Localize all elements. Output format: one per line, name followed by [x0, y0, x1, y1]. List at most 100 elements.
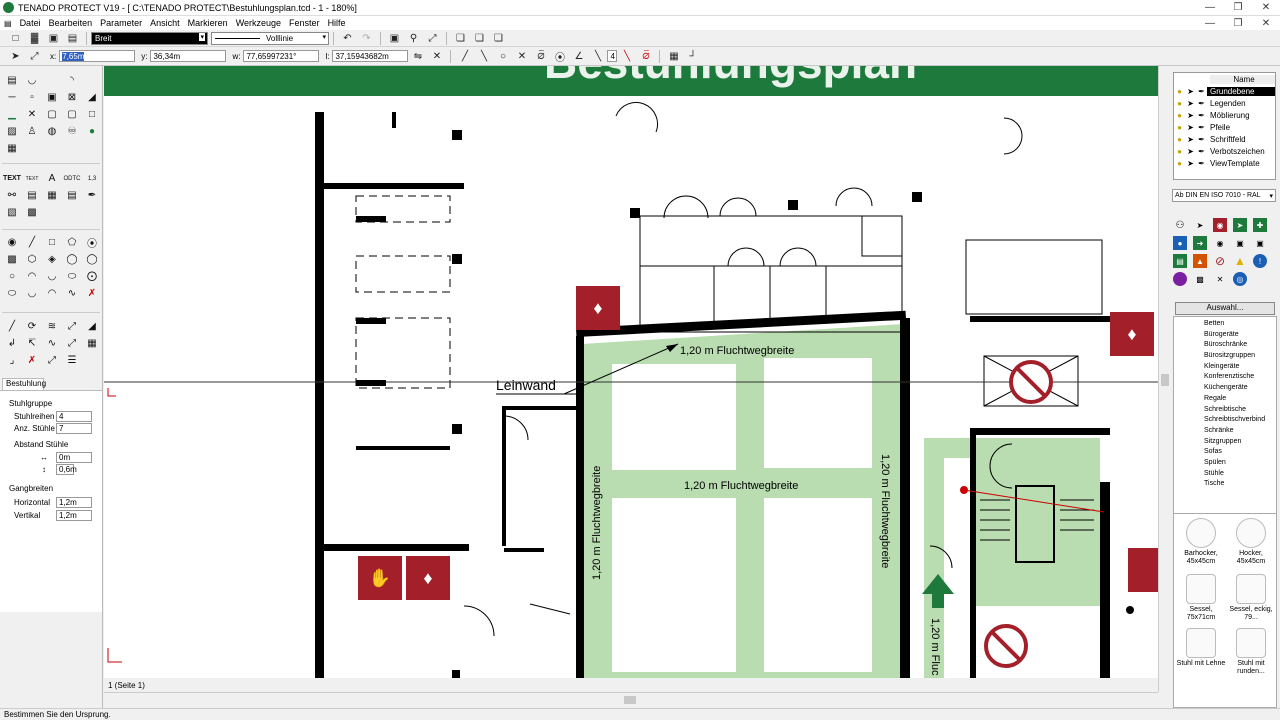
tree-item[interactable]: Kleingeräte — [1174, 363, 1276, 374]
visibility-bulb-icon[interactable]: ● — [1174, 135, 1185, 144]
layer-row[interactable]: ● ➤ ✒ ViewTemplate — [1174, 157, 1275, 169]
abc-tool-icon[interactable]: ODTC — [62, 170, 82, 187]
arc2-icon[interactable]: ◡ — [42, 268, 62, 285]
menu-bearbeiten[interactable]: Bearbeiten — [45, 18, 97, 28]
maximize-icon[interactable]: ❐ — [1224, 2, 1252, 13]
ellipse2-icon[interactable]: ⨀ — [82, 268, 102, 285]
square-tool-icon[interactable]: □ — [82, 106, 102, 123]
menu-datei[interactable]: Datei — [16, 18, 45, 28]
split-icon[interactable]: ⤢ — [62, 335, 82, 352]
ellipse-icon[interactable]: ⬭ — [62, 268, 82, 285]
globe-icon[interactable]: ◎ — [1233, 272, 1247, 286]
doc-icon[interactable]: ▤ — [0, 19, 16, 28]
extend-icon[interactable]: ⤢ — [62, 318, 82, 335]
rounded-box-icon[interactable]: ▢ — [62, 106, 82, 123]
join-icon[interactable]: ⌟ — [2, 352, 22, 369]
tree-item[interactable]: Konferenztische — [1174, 373, 1276, 384]
scroll-thumb[interactable] — [1161, 374, 1169, 386]
edit-pencil-icon[interactable]: ✒ — [1196, 123, 1207, 132]
car-icon[interactable]: ▨ — [2, 123, 22, 140]
thumb-sessel-eckig[interactable]: Sessel, eckig, 79... — [1226, 574, 1276, 622]
thumb-stuhl-lehne[interactable]: Stuhl mit Lehne — [1176, 628, 1226, 668]
pointer-icon[interactable]: ➤ — [1185, 111, 1196, 120]
warning-icon[interactable]: ▲ — [1233, 254, 1247, 268]
chairs-input[interactable]: 7 — [56, 423, 92, 434]
y-coordinate-field[interactable]: 36,34m — [150, 50, 227, 62]
first-aid-sign-icon[interactable]: ✚ — [1253, 218, 1267, 232]
pentagon-icon[interactable]: ⬠ — [62, 234, 82, 251]
thumb-hocker[interactable]: Hocker, 45x45cm — [1226, 518, 1276, 566]
point-icon[interactable]: ◉ — [2, 234, 22, 251]
fill-icon[interactable]: ◈ — [42, 251, 62, 268]
vertical-scrollbar[interactable] — [1158, 66, 1170, 692]
rows-input[interactable]: 4 — [56, 411, 92, 422]
pointer-icon[interactable]: ➤ — [1185, 147, 1196, 156]
layer-copy-icon[interactable]: ❏ — [472, 31, 487, 45]
green-sign-icon[interactable]: ▤ — [1173, 254, 1187, 268]
layer-row[interactable]: ● ➤ ✒ Pfeile — [1174, 121, 1275, 133]
offset-icon[interactable]: ≋ — [42, 318, 62, 335]
visibility-bulb-icon[interactable]: ● — [1174, 87, 1185, 96]
rotate-icon[interactable]: ⟳ — [22, 318, 42, 335]
fence-icon[interactable]: ▦ — [82, 335, 102, 352]
menu-markieren[interactable]: Markieren — [184, 18, 232, 28]
menu-ansicht[interactable]: Ansicht — [146, 18, 184, 28]
snap-end-icon[interactable]: ╲ — [590, 49, 605, 63]
tree-item[interactable]: Bürogeräte — [1174, 331, 1276, 342]
ellipse3-icon[interactable]: ⬭ — [2, 285, 22, 302]
binoculars-icon[interactable]: ⚇ — [1173, 218, 1187, 232]
trim-icon[interactable]: ╱ — [2, 318, 22, 335]
tree-item[interactable]: Schreibtische — [1174, 406, 1276, 417]
arc-door-icon[interactable]: ◝ — [62, 72, 82, 89]
snap-line-icon[interactable]: ╱ — [457, 49, 472, 63]
doc-close-icon[interactable]: ✕ — [1252, 18, 1280, 29]
pointer-sign-icon[interactable]: ➤ — [1193, 218, 1207, 232]
mandatory-sign-icon[interactable]: ● — [1173, 236, 1187, 250]
scroll-thumb[interactable] — [624, 696, 636, 704]
horizontal-distance-input[interactable]: 0m — [56, 452, 92, 463]
snap-arc-icon[interactable]: ⦿ — [552, 49, 567, 64]
parallel-icon[interactable]: ☰ — [62, 352, 82, 369]
snap-cross-icon[interactable]: ✕ — [514, 49, 529, 63]
pointer-icon[interactable]: ➤ — [1185, 135, 1196, 144]
prohibition-icon[interactable]: ⊘ — [1213, 254, 1227, 268]
length-field[interactable]: 37,15943682m — [332, 50, 409, 62]
tab-bestuhlung[interactable]: Bestuhlung — [2, 378, 46, 390]
box-cross-icon[interactable]: ⊠ — [62, 89, 82, 106]
line-width-select[interactable]: Breit ▾ — [91, 31, 208, 45]
edit-pencil-icon[interactable]: ✒ — [1196, 159, 1207, 168]
menu-hilfe[interactable]: Hilfe — [324, 18, 350, 28]
layer-row[interactable]: ● ➤ ✒ Möblierung — [1174, 109, 1275, 121]
snap-origin-icon[interactable]: ⤢ — [27, 49, 42, 63]
tree-item[interactable]: Stühle — [1174, 470, 1276, 481]
dot-sign-icon[interactable]: ◉ — [1213, 236, 1227, 250]
window-tool-icon[interactable]: ▫ — [22, 89, 42, 106]
zoom-icon[interactable]: ⚲ — [406, 31, 421, 45]
edit-pencil-icon[interactable]: ✒ — [1196, 135, 1207, 144]
visibility-bulb-icon[interactable]: ● — [1174, 99, 1185, 108]
layer-row[interactable]: ● ➤ ✒ Schriftfeld — [1174, 133, 1275, 145]
minimize-icon[interactable]: — — [1196, 2, 1224, 13]
select-button[interactable]: Auswahl... — [1175, 302, 1275, 315]
list-table-icon[interactable]: ▤ — [62, 187, 82, 204]
circle2-icon[interactable]: ◯ — [82, 251, 102, 268]
sink-icon[interactable]: ◍ — [42, 123, 62, 140]
pointer-icon[interactable]: ➤ — [8, 49, 23, 63]
image-sign-icon[interactable]: ▩ — [1193, 272, 1207, 286]
curve-icon[interactable]: ∿ — [42, 335, 62, 352]
menu-parameter[interactable]: Parameter — [96, 18, 146, 28]
layer-group-icon[interactable]: ❏ — [491, 31, 506, 45]
doc-restore-icon[interactable]: ❐ — [1224, 18, 1252, 29]
door-tool-icon[interactable]: ◡ — [22, 72, 42, 89]
undo-icon[interactable]: ↶ — [340, 31, 355, 45]
thumb-sessel[interactable]: Sessel, 75x71cm — [1176, 574, 1226, 622]
grid-icon[interactable]: ▦ — [666, 49, 681, 63]
menu-werkzeuge[interactable]: Werkzeuge — [232, 18, 285, 28]
freehand-icon[interactable]: ✗ — [82, 285, 102, 302]
layer-stack-icon[interactable]: ❏ — [453, 31, 468, 45]
edit-pencil-icon[interactable]: ✒ — [1196, 99, 1207, 108]
open-folder-icon[interactable]: ▓ — [27, 31, 42, 45]
snap-tangent-icon[interactable]: ⦱ — [533, 49, 548, 63]
chamfer-icon[interactable]: ↲ — [2, 335, 22, 352]
layer-row[interactable]: ● ➤ ✒ Legenden — [1174, 97, 1275, 109]
